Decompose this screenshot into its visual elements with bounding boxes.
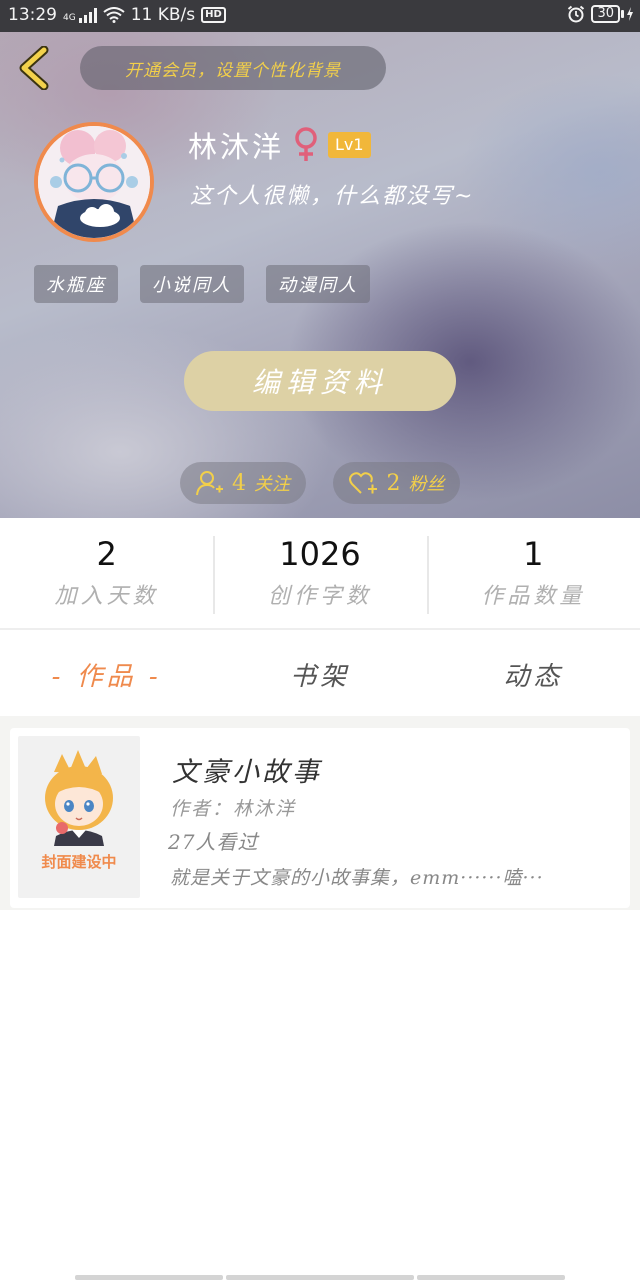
works-list: 封面建设中 文豪小故事 作者：林沐洋 27人看过 就是关于文豪的小故事集，emm…: [0, 716, 640, 910]
stat-works-count: 1 作品数量: [426, 518, 640, 628]
chevron-left-icon: [19, 45, 49, 91]
wifi-icon: [103, 7, 125, 23]
stat-label: 加入天数: [54, 584, 159, 609]
status-right: 30: [567, 5, 634, 23]
nav-hint-right: [417, 1275, 565, 1280]
signal-icon: 4G: [63, 7, 97, 23]
status-time: 13:29: [8, 5, 57, 25]
stat-value: 1: [523, 535, 544, 573]
edit-profile-button[interactable]: 编辑资料: [184, 351, 456, 411]
hd-icon: HD: [201, 7, 226, 23]
work-card[interactable]: 封面建设中 文豪小故事 作者：林沐洋 27人看过 就是关于文豪的小故事集，emm…: [10, 728, 630, 908]
battery-icon: 30: [591, 5, 634, 23]
tag-list: 水瓶座 小说同人 动漫同人: [34, 265, 370, 303]
tag-anime-fanfic[interactable]: 动漫同人: [266, 265, 370, 303]
following-button[interactable]: 4 关注: [180, 462, 306, 504]
avatar-illustration: [38, 126, 150, 238]
nav-hint-center: [226, 1275, 414, 1280]
stat-days-joined: 2 加入天数: [0, 518, 213, 628]
name-row: 林沐洋 Lv1: [188, 124, 371, 166]
work-author: 作者：林沐洋: [170, 798, 297, 820]
add-user-icon: [196, 471, 223, 496]
user-name: 林沐洋: [188, 130, 285, 164]
level-badge: Lv1: [328, 132, 371, 158]
vip-background-banner[interactable]: 开通会员，设置个性化背景: [80, 46, 386, 90]
battery-level: 30: [591, 5, 620, 23]
tag-novel-fanfic[interactable]: 小说同人: [140, 265, 244, 303]
stat-label: 创作字数: [267, 584, 372, 609]
fans-button[interactable]: 2 粉丝: [333, 462, 460, 504]
work-views: 27人看过: [168, 830, 259, 854]
tab-works[interactable]: - 作品 -: [0, 632, 213, 716]
cover-placeholder-illustration: [45, 750, 113, 846]
content-tabs: - 作品 - 书架 动态: [0, 632, 640, 716]
alarm-icon: [568, 5, 585, 23]
status-left: 13:29 4G 11 KB/s HD: [8, 5, 226, 25]
book-cover: 封面建设中: [18, 736, 140, 898]
stats-bar: 2 加入天数 1026 创作字数 1 作品数量: [0, 518, 640, 630]
back-button[interactable]: [14, 45, 54, 91]
following-count: 4: [232, 470, 246, 496]
nav-hint-left: [75, 1275, 223, 1280]
stat-label: 作品数量: [481, 584, 586, 609]
female-icon: [295, 127, 317, 161]
network-type: 4G: [63, 13, 76, 23]
stat-value: 2: [96, 535, 117, 573]
avatar[interactable]: [34, 122, 154, 242]
fans-count: 2: [386, 470, 401, 496]
tab-bookshelf[interactable]: 书架: [213, 632, 426, 716]
stat-value: 1026: [279, 535, 361, 573]
cover-caption: 封面建设中: [41, 853, 117, 871]
stat-words-written: 1026 创作字数: [213, 518, 426, 628]
profile-header: 开通会员，设置个性化背景 林沐洋 Lv1 这个人很懒，什么都没写~ 水瓶座 小说…: [0, 32, 640, 518]
fans-label: 粉丝: [408, 474, 445, 495]
status-bar: 13:29 4G 11 KB/s HD 30: [0, 0, 640, 32]
heart-plus-icon: [348, 472, 377, 494]
work-title: 文豪小故事: [172, 757, 322, 788]
tag-zodiac[interactable]: 水瓶座: [34, 265, 118, 303]
tab-activity[interactable]: 动态: [427, 632, 640, 716]
network-speed: 11 KB/s: [130, 5, 196, 25]
work-description: 就是关于文豪的小故事集，emm······嗑···: [170, 867, 544, 889]
user-bio: 这个人很懒，什么都没写~: [190, 184, 475, 209]
following-label: 关注: [254, 474, 290, 495]
